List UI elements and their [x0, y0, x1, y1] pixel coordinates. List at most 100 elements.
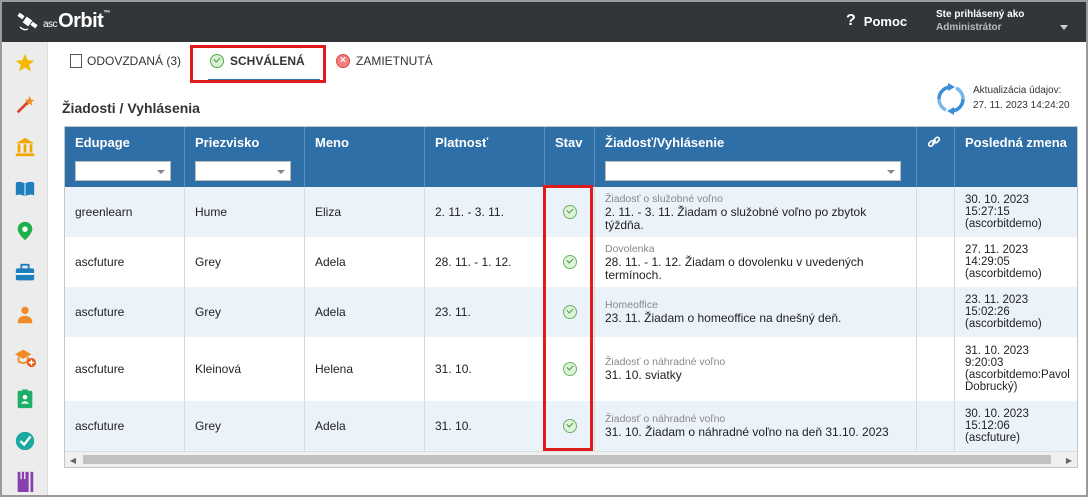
sidebar: [2, 42, 48, 495]
column-header-ziadost[interactable]: Žiadosť/Vyhlásenie: [595, 127, 917, 187]
scroll-right-icon[interactable]: ▶: [1061, 452, 1077, 467]
refresh-icon[interactable]: [934, 82, 968, 116]
cell-platnost: 31. 10.: [425, 401, 545, 451]
satellite-icon: [16, 11, 42, 33]
document-icon: [70, 54, 82, 68]
clipboard-person-icon[interactable]: [10, 384, 40, 414]
tab-label: ODOVZDANÁ (3): [87, 54, 182, 68]
cell-priezvisko: Hume: [185, 187, 305, 237]
column-header-link[interactable]: [917, 127, 955, 187]
filter-edupage[interactable]: [75, 161, 171, 181]
cell-ziadost: Žiadosť o náhradné voľno 31. 10. sviatky: [595, 337, 917, 401]
column-header-platnost[interactable]: Platnosť: [425, 127, 545, 187]
request-text: 31. 10. Žiadam o náhradné voľno na deň 3…: [605, 425, 889, 439]
cell-platnost: 2. 11. - 3. 11.: [425, 187, 545, 237]
question-icon: ?: [846, 12, 856, 29]
cell-posledna-zmena: 27. 11. 2023 14:29:05 (ascorbitdemo): [965, 244, 1042, 280]
request-text: termínoch.: [605, 267, 662, 282]
cell-platnost: 28. 11. - 1. 12.: [425, 237, 545, 287]
help-button[interactable]: ? Pomoc: [846, 12, 907, 30]
column-header-posledna-zmena[interactable]: Posledná zmena: [955, 127, 1077, 187]
x-circle-icon: ×: [336, 54, 350, 68]
cell-link: [917, 187, 955, 237]
link-icon: [927, 136, 941, 148]
main-content: ODOVZDANÁ (3) SCHVÁLENÁ × ZAMIETNUTÁ Žia…: [48, 42, 1086, 495]
person-icon[interactable]: [10, 300, 40, 330]
cell-edupage: ascfuture: [65, 337, 185, 401]
cell-priezvisko: Grey: [185, 287, 305, 337]
tab-label: ZAMIETNUTÁ: [356, 54, 433, 68]
last-update: Aktualizácia údajov: 27. 11. 2023 14:24:…: [973, 83, 1070, 113]
cell-ziadost: Žiadosť o služobné voľno 2. 11. - 3. 11.…: [595, 187, 917, 237]
cell-meno: Eliza: [305, 187, 425, 237]
page-title: Žiadosti / Vyhlásenia: [62, 100, 200, 116]
request-type: Žiadosť o služobné voľno: [605, 192, 723, 205]
cell-meno: Adela: [305, 237, 425, 287]
cell-meno: Adela: [305, 401, 425, 451]
cell-platnost: 31. 10.: [425, 337, 545, 401]
cell-posledna-zmena: 23. 11. 2023 15:02:26 (ascorbitdemo): [965, 294, 1042, 330]
filter-ziadost[interactable]: [605, 161, 901, 181]
column-header-edupage[interactable]: Edupage: [65, 127, 185, 187]
request-text: 2. 11. - 3. 11. Žiadam o služobné voľno …: [605, 204, 867, 219]
horizontal-scrollbar[interactable]: ◀ ▶: [65, 451, 1077, 467]
cell-edupage: ascfuture: [65, 237, 185, 287]
tab-odovzdana[interactable]: ODOVZDANÁ (3): [70, 50, 181, 72]
cell-edupage: greenlearn: [65, 187, 185, 237]
filter-priezvisko[interactable]: [195, 161, 291, 181]
column-header-stav[interactable]: Stav: [545, 127, 595, 187]
cell-priezvisko: Kleinová: [185, 337, 305, 401]
request-text: týždňa.: [605, 217, 644, 232]
cell-priezvisko: Grey: [185, 401, 305, 451]
magic-wand-icon[interactable]: [10, 90, 40, 120]
user-caption: Ste prihlásený ako: [936, 9, 1025, 20]
fork-knife-icon[interactable]: [10, 466, 40, 495]
briefcase-icon[interactable]: [10, 258, 40, 288]
logo-text: ascOrbit™: [43, 10, 110, 32]
user-menu[interactable]: Ste prihlásený ako Administrátor: [936, 8, 1024, 34]
column-header-meno[interactable]: Meno: [305, 127, 425, 187]
scroll-thumb[interactable]: [83, 455, 1051, 464]
check-circle-icon[interactable]: [10, 426, 40, 456]
cell-link: [917, 337, 955, 401]
request-type: Dovolenka: [605, 242, 655, 255]
cell-edupage: ascfuture: [65, 401, 185, 451]
teacher-add-icon[interactable]: [10, 342, 40, 372]
user-name: Administrátor: [936, 22, 1002, 33]
logo[interactable]: ascOrbit™: [16, 10, 110, 33]
cell-platnost: 23. 11.: [425, 287, 545, 337]
status-tabs: ODOVZDANÁ (3) SCHVÁLENÁ × ZAMIETNUTÁ: [48, 42, 1086, 83]
highlight-box-stav: [543, 185, 593, 451]
cell-edupage: ascfuture: [65, 287, 185, 337]
cell-ziadost: Homeoffice 23. 11. Žiadam o homeoffice n…: [595, 287, 917, 337]
cell-meno: Adela: [305, 287, 425, 337]
cell-posledna-zmena: 30. 10. 2023 15:27:15 (ascorbitdemo): [965, 194, 1042, 230]
cell-posledna-zmena: 30. 10. 2023 15:12:06 (ascfuture): [965, 408, 1029, 444]
request-text: 28. 11. - 1. 12. Žiadam o dovolenku v uv…: [605, 254, 864, 269]
cell-link: [917, 287, 955, 337]
tab-zamietnuta[interactable]: × ZAMIETNUTÁ: [336, 50, 433, 72]
highlight-box-tab: [190, 45, 326, 83]
requests-table: Edupage Priezvisko Meno Platnosť Stav Ži…: [64, 126, 1078, 468]
location-pin-icon[interactable]: [10, 216, 40, 246]
cell-ziadost: Dovolenka 28. 11. - 1. 12. Žiadam o dovo…: [595, 237, 917, 287]
scroll-left-icon[interactable]: ◀: [65, 452, 81, 467]
cell-posledna-zmena: 31. 10. 2023 9:20:03 (ascorbitdemo:Pavol Do…: [965, 345, 1070, 393]
request-text: 23. 11. Žiadam o homeoffice na dnešný de…: [605, 311, 842, 325]
cell-ziadost: Žiadosť o náhradné voľno 31. 10. Žiadam …: [595, 401, 917, 451]
app-window: ascOrbit™ ? Pomoc Ste prihlásený ako Adm…: [2, 2, 1086, 495]
table-header: Edupage Priezvisko Meno Platnosť Stav Ži…: [65, 127, 1077, 187]
column-header-priezvisko[interactable]: Priezvisko: [185, 127, 305, 187]
update-label: Aktualizácia údajov:: [973, 85, 1062, 96]
cell-priezvisko: Grey: [185, 237, 305, 287]
star-icon[interactable]: [10, 48, 40, 78]
chevron-down-icon[interactable]: [1060, 25, 1068, 30]
book-icon[interactable]: [10, 174, 40, 204]
bank-icon[interactable]: [10, 132, 40, 162]
top-bar: ascOrbit™ ? Pomoc Ste prihlásený ako Adm…: [2, 2, 1086, 42]
cell-link: [917, 401, 955, 451]
cell-link: [917, 237, 955, 287]
help-label: Pomoc: [863, 13, 908, 29]
update-value: 27. 11. 2023 14:24:20: [973, 100, 1070, 111]
cell-meno: Helena: [305, 337, 425, 401]
